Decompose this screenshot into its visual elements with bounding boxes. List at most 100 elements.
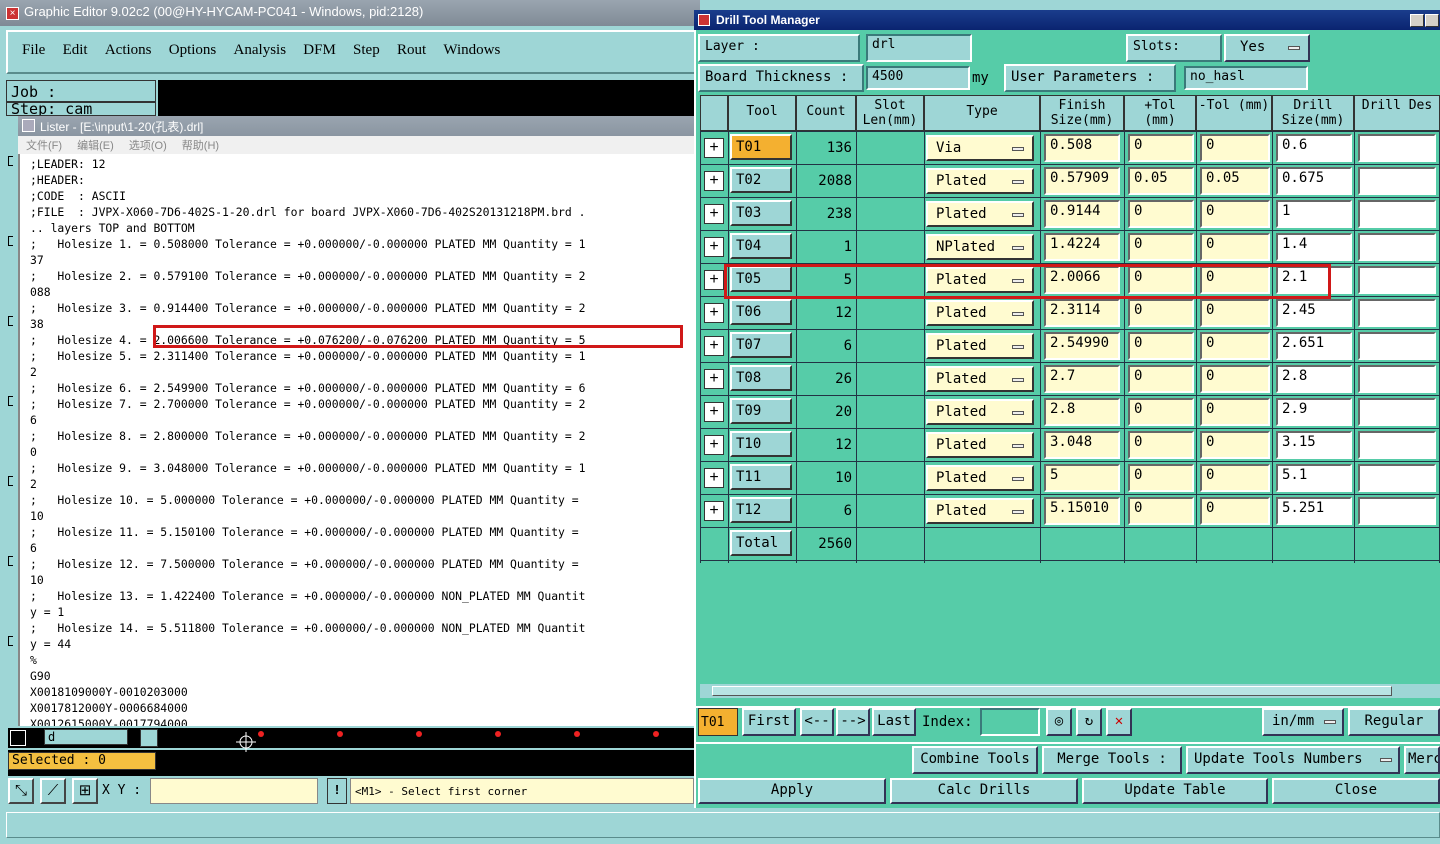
drill-size-input[interactable]: 2.9 — [1276, 398, 1352, 426]
drill-des-input[interactable] — [1358, 299, 1436, 327]
plus-tol-input[interactable]: 0 — [1128, 464, 1194, 492]
menu-actions[interactable]: Actions — [105, 42, 152, 59]
grid-snap-icon[interactable]: ⊞ — [72, 778, 98, 804]
index-input[interactable] — [980, 708, 1040, 736]
drill-size-input[interactable]: 5.1 — [1276, 464, 1352, 492]
drill-des-input[interactable] — [1358, 200, 1436, 228]
tool-button[interactable]: T11 — [730, 464, 792, 490]
minus-tol-input[interactable]: 0 — [1200, 200, 1270, 228]
finish-size-input[interactable]: 2.7 — [1044, 365, 1120, 393]
drill-des-input[interactable] — [1358, 167, 1436, 195]
finish-size-input[interactable]: 5 — [1044, 464, 1120, 492]
row-expand-icon[interactable]: + — [704, 204, 724, 224]
drill-des-input[interactable] — [1358, 464, 1436, 492]
tool-button[interactable]: T10 — [730, 431, 792, 457]
type-dropdown[interactable]: Via — [926, 135, 1034, 161]
minus-tol-input[interactable]: 0 — [1200, 233, 1270, 261]
minus-tol-input[interactable]: 0 — [1200, 365, 1270, 393]
close-button[interactable]: Close — [1272, 778, 1440, 804]
plus-tol-input[interactable]: 0 — [1128, 134, 1194, 162]
menu-analysis[interactable]: Analysis — [234, 42, 287, 59]
apply-button[interactable]: Apply — [698, 778, 886, 804]
thickness-input[interactable]: 4500 — [866, 66, 970, 90]
plus-tol-input[interactable]: 0 — [1128, 497, 1194, 525]
menu-file[interactable]: File — [22, 42, 45, 59]
row-expand-icon[interactable]: + — [704, 303, 724, 323]
tool-button[interactable]: T08 — [730, 365, 792, 391]
drill-des-input[interactable] — [1358, 365, 1436, 393]
lister-text-area[interactable]: ;LEADER: 12 ;HEADER: ;CODE : ASCII ;FILE… — [18, 154, 694, 726]
tool-button[interactable]: T02 — [730, 167, 792, 193]
lister-menu-help[interactable]: 帮助(H) — [182, 140, 219, 152]
menu-options[interactable]: Options — [169, 42, 217, 59]
minus-tol-input[interactable]: 0 — [1200, 398, 1270, 426]
finish-size-input[interactable]: 0.9144 — [1044, 200, 1120, 228]
finish-size-input[interactable]: 5.15010 — [1044, 497, 1120, 525]
drill-size-input[interactable]: 1 — [1276, 200, 1352, 228]
minus-tol-input[interactable]: 0 — [1200, 332, 1270, 360]
update-table-button[interactable]: Update Table — [1082, 778, 1268, 804]
plus-tol-input[interactable]: 0 — [1128, 299, 1194, 327]
row-expand-icon[interactable]: + — [704, 237, 724, 257]
row-expand-icon[interactable]: + — [704, 501, 724, 521]
row-expand-icon[interactable]: + — [704, 138, 724, 158]
plus-tol-input[interactable]: 0 — [1128, 365, 1194, 393]
menu-edit[interactable]: Edit — [63, 42, 88, 59]
drill-des-input[interactable] — [1358, 233, 1436, 261]
command-input[interactable]: d — [44, 729, 128, 745]
type-dropdown[interactable]: Plated — [926, 432, 1034, 458]
tool-button[interactable]: T07 — [730, 332, 792, 358]
tool-button[interactable]: T01 — [730, 134, 792, 160]
row-expand-icon[interactable]: + — [704, 369, 724, 389]
type-dropdown[interactable]: Plated — [926, 333, 1034, 359]
last-button[interactable]: Last — [872, 708, 916, 736]
plus-tol-input[interactable]: 0 — [1128, 398, 1194, 426]
menu-rout[interactable]: Rout — [397, 42, 426, 59]
lister-menu-edit[interactable]: 编辑(E) — [77, 140, 114, 152]
tool-button[interactable]: T04 — [730, 233, 792, 259]
refresh-icon[interactable]: ↻ — [1076, 708, 1102, 736]
bulb-icon[interactable]: ◎ — [1046, 708, 1072, 736]
plus-tol-input[interactable]: 0 — [1128, 332, 1194, 360]
drill-size-input[interactable]: 3.15 — [1276, 431, 1352, 459]
merge-button-truncated[interactable]: Merc — [1404, 746, 1440, 774]
minus-tol-input[interactable]: 0 — [1200, 497, 1270, 525]
finish-size-input[interactable]: 2.3114 — [1044, 299, 1120, 327]
finish-size-input[interactable]: 2.8 — [1044, 398, 1120, 426]
row-expand-icon[interactable]: + — [704, 435, 724, 455]
lister-menu-options[interactable]: 选项(O) — [129, 140, 167, 152]
row-expand-icon[interactable]: + — [704, 468, 724, 488]
drill-des-input[interactable] — [1358, 266, 1436, 294]
drill-des-input[interactable] — [1358, 497, 1436, 525]
units-dropdown[interactable]: in/mm — [1262, 708, 1344, 736]
command-dropdown[interactable] — [140, 729, 158, 747]
finish-size-input[interactable]: 3.048 — [1044, 431, 1120, 459]
tool-button[interactable]: T03 — [730, 200, 792, 226]
drill-size-input[interactable]: 2.651 — [1276, 332, 1352, 360]
type-dropdown[interactable]: Plated — [926, 366, 1034, 392]
finish-size-input[interactable]: 2.54990 — [1044, 332, 1120, 360]
minus-tol-input[interactable]: 0 — [1200, 464, 1270, 492]
prev-button[interactable]: <-- — [800, 708, 834, 736]
alert-icon[interactable]: ! — [327, 778, 347, 804]
finish-size-input[interactable]: 1.4224 — [1044, 233, 1120, 261]
layer-input[interactable]: drl — [866, 34, 972, 62]
drill-size-input[interactable]: 0.6 — [1276, 134, 1352, 162]
tool-button[interactable]: T09 — [730, 398, 792, 424]
combine-tools-button[interactable]: Combine Tools — [912, 746, 1038, 774]
minus-tol-input[interactable]: 0.05 — [1200, 167, 1270, 195]
row-expand-icon[interactable]: + — [704, 402, 724, 422]
drill-des-input[interactable] — [1358, 431, 1436, 459]
minus-tol-input[interactable]: 0 — [1200, 431, 1270, 459]
drill-des-input[interactable] — [1358, 134, 1436, 162]
drill-des-input[interactable] — [1358, 332, 1436, 360]
row-expand-icon[interactable]: + — [704, 336, 724, 356]
lister-menu-file[interactable]: 文件(F) — [26, 140, 62, 152]
finish-size-input[interactable]: 0.57909 — [1044, 167, 1120, 195]
tool-button[interactable]: T06 — [730, 299, 792, 325]
drill-des-input[interactable] — [1358, 398, 1436, 426]
tool-button[interactable]: T12 — [730, 497, 792, 523]
next-button[interactable]: --> — [836, 708, 870, 736]
calc-drills-button[interactable]: Calc Drills — [890, 778, 1078, 804]
drill-size-input[interactable]: 2.8 — [1276, 365, 1352, 393]
